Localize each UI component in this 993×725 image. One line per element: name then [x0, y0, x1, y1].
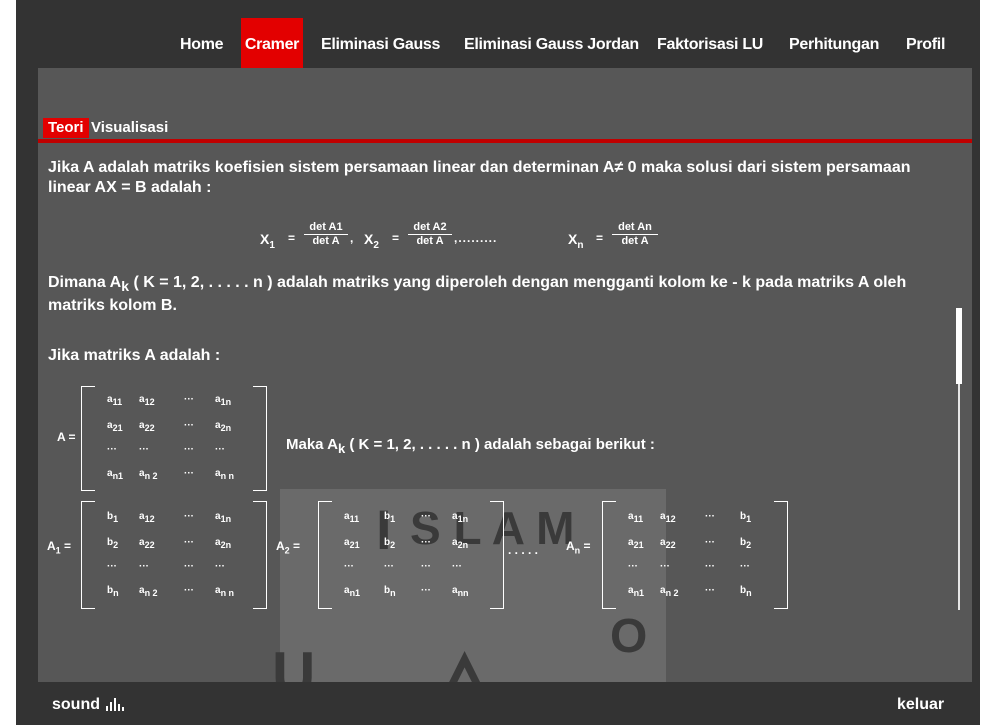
bottom-bar: sound keluar	[16, 682, 980, 725]
matrix-a: a11 a12 ··· a1n a21 a22 ··· a2n ··· ··· ··· ··· a…	[81, 386, 267, 491]
matrix-an-label: An =	[566, 539, 591, 556]
matrix-a1-label: A1 =	[47, 539, 72, 556]
matrix-an: a11 a12 ··· b1 a21 a22 ··· b2 ··· ··· ··· ··· an1…	[602, 501, 788, 609]
tab-underline	[38, 139, 972, 143]
nav-faktorisasi-lu[interactable]: Faktorisasi LU	[657, 36, 763, 54]
ellipsis-between: . . . . .	[508, 543, 539, 557]
sound-level-icon[interactable]	[106, 698, 130, 711]
paragraph-maka: Maka Ak ( K = 1, 2, . . . . . n ) adalah…	[286, 436, 655, 456]
sub-tabs: Teori Visualisasi	[38, 118, 972, 138]
content-panel: I S L A M U △ O Teori Visualisasi Jika A…	[38, 68, 972, 682]
matrix-a1: b1 a12 ··· a1n b2 a22 ··· a2n ··· ··· ··· ··· bn a…	[81, 501, 267, 609]
matrix-a-label: A =	[57, 430, 76, 444]
matrix-a2: a11 b1 ··· a1n a21 b2 ··· a2n ··· ··· ··· ··· an1…	[318, 501, 504, 609]
tab-visualisasi[interactable]: Visualisasi	[86, 118, 173, 138]
nav-profil[interactable]: Profil	[906, 36, 945, 54]
top-navigation: Home Cramer Eliminasi Gauss Eliminasi Ga…	[16, 0, 980, 68]
sound-button[interactable]: sound	[52, 696, 100, 714]
nav-home[interactable]: Home	[180, 36, 224, 54]
nav-eliminasi-gauss[interactable]: Eliminasi Gauss	[321, 36, 440, 54]
nav-eliminasi-gauss-jordan[interactable]: Eliminasi Gauss Jordan	[464, 36, 639, 54]
paragraph-jika-matriks: Jika matriks A adalah :	[48, 347, 221, 364]
matrix-a2-label: A2 =	[276, 539, 301, 556]
scrollbar-thumb[interactable]	[956, 308, 962, 384]
nav-cramer[interactable]: Cramer	[241, 18, 303, 68]
paragraph-intro: Jika A adalah matriks koefisien sistem p…	[48, 159, 911, 196]
tab-teori[interactable]: Teori	[43, 118, 89, 138]
nav-perhitungan[interactable]: Perhitungan	[789, 36, 879, 54]
scrollbar-track[interactable]	[958, 384, 960, 610]
keluar-button[interactable]: keluar	[897, 696, 944, 714]
paragraph-dimana: Dimana Ak ( K = 1, 2, . . . . . n ) adal…	[48, 274, 907, 315]
